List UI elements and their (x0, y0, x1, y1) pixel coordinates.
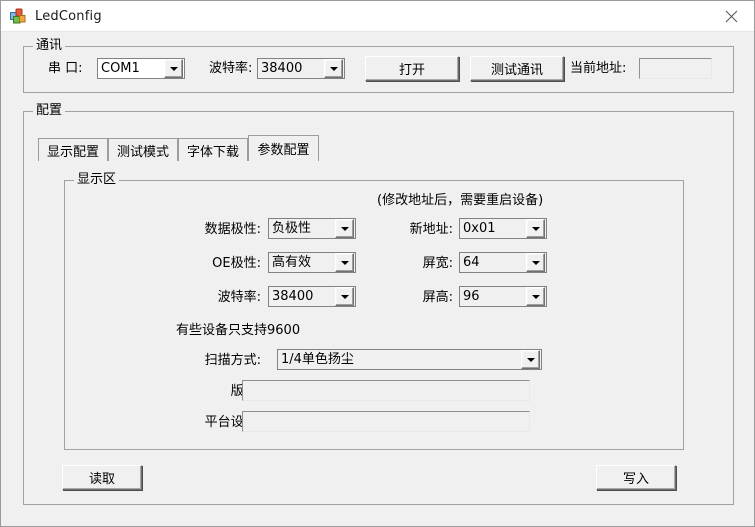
data-polarity-label: 数据极性: (204, 222, 261, 237)
tab-parameter-config[interactable]: 参数配置 (248, 135, 319, 161)
scan-mode-label: 扫描方式: (204, 353, 261, 368)
communication-group-title: 通讯 (33, 39, 66, 53)
screen-height-value: 96 (463, 289, 480, 304)
serial-port-combo[interactable]: COM1 (97, 58, 185, 79)
scan-mode-combo[interactable]: 1/4单色扬尘 (277, 349, 542, 370)
serial-port-value: COM1 (101, 61, 140, 76)
tab-test-mode[interactable]: 测试模式 (108, 138, 178, 161)
chevron-down-icon[interactable] (335, 219, 354, 238)
display-baud-combo[interactable]: 38400 (268, 286, 356, 307)
new-address-value: 0x01 (463, 221, 496, 236)
chevron-down-icon[interactable] (335, 253, 354, 272)
data-polarity-value: 负极性 (272, 221, 312, 236)
current-address-field[interactable] (639, 58, 712, 79)
current-address-label: 当前地址: (570, 61, 627, 76)
comm-baud-combo[interactable]: 38400 (257, 58, 345, 79)
version-field[interactable] (242, 380, 530, 401)
tab-display-config[interactable]: 显示配置 (38, 138, 108, 161)
close-button[interactable] (708, 1, 754, 31)
communication-groupbox: 通讯 串 口: COM1 波特率: 38400 打开 测试通讯 当前地址: (23, 39, 734, 93)
tab-font-download[interactable]: 字体下载 (178, 138, 248, 161)
write-button[interactable]: 写入 (596, 465, 676, 490)
scan-mode-value: 1/4单色扬尘 (281, 352, 354, 367)
configuration-groupbox: 配置 显示配置 测试模式 字体下载 参数配置 显示区 (修改地址后，需要重启设备… (23, 104, 734, 505)
platform-device-field[interactable] (242, 411, 530, 432)
application-window: LedConfig 通讯 串 口: COM1 波特率: 38400 打开 测试通… (0, 0, 755, 527)
comm-baud-value: 38400 (261, 61, 303, 76)
comm-baud-label: 波特率: (209, 61, 253, 76)
display-baud-label: 波特率: (217, 290, 261, 305)
screen-height-combo[interactable]: 96 (459, 286, 547, 307)
test-communication-button[interactable]: 测试通讯 (470, 56, 564, 81)
oe-polarity-value: 高有效 (272, 255, 312, 270)
display-area-groupbox: 显示区 (修改地址后，需要重启设备) 数据极性: 负极性 新地址: 0x01 O… (64, 173, 684, 450)
chevron-down-icon[interactable] (324, 59, 343, 78)
restart-note: (修改地址后，需要重启设备) (377, 193, 544, 208)
chevron-down-icon[interactable] (164, 59, 183, 78)
oe-polarity-label: OE极性: (212, 256, 261, 271)
new-address-label: 新地址: (409, 222, 453, 237)
app-blocks-icon (10, 8, 26, 24)
chevron-down-icon[interactable] (521, 350, 540, 369)
display-area-group-title: 显示区 (74, 173, 120, 187)
data-polarity-combo[interactable]: 负极性 (268, 218, 356, 239)
open-button[interactable]: 打开 (365, 56, 459, 81)
chevron-down-icon[interactable] (335, 287, 354, 306)
chevron-down-icon[interactable] (526, 287, 545, 306)
screen-height-label: 屏高: (422, 290, 453, 305)
oe-polarity-combo[interactable]: 高有效 (268, 252, 356, 273)
configuration-group-title: 配置 (33, 104, 66, 118)
chevron-down-icon[interactable] (526, 219, 545, 238)
title-bar-divider (1, 31, 754, 32)
serial-port-label: 串 口: (48, 61, 83, 76)
read-button[interactable]: 读取 (62, 465, 142, 490)
screen-width-label: 屏宽: (422, 256, 453, 271)
title-bar: LedConfig (1, 1, 754, 31)
screen-width-value: 64 (463, 255, 480, 270)
close-icon (725, 10, 737, 22)
screen-width-combo[interactable]: 64 (459, 252, 547, 273)
baud-support-note: 有些设备只支持9600 (176, 323, 301, 338)
display-baud-value: 38400 (272, 289, 314, 304)
window-title: LedConfig (35, 8, 102, 24)
new-address-combo[interactable]: 0x01 (459, 218, 547, 239)
chevron-down-icon[interactable] (526, 253, 545, 272)
